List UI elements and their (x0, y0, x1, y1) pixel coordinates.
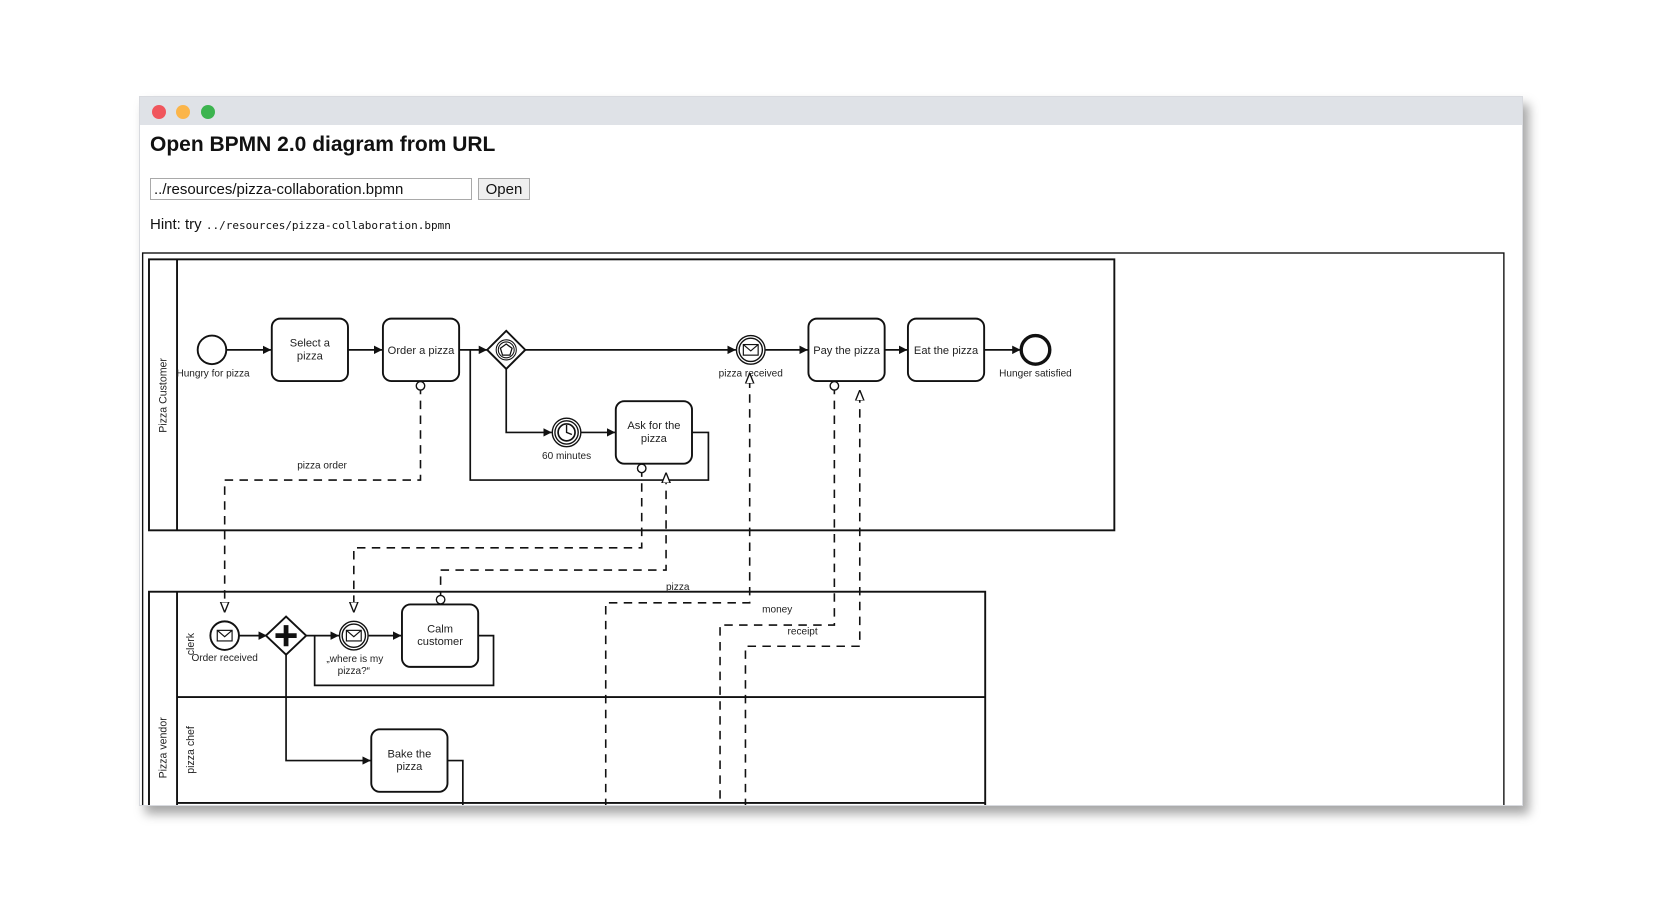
diagram-content: Pizza Customer Pizza vendor clerk pizza … (141, 252, 1505, 805)
label-money: money (762, 604, 792, 615)
url-input[interactable] (150, 178, 472, 200)
task-ask-label-1: Ask for the (627, 420, 680, 432)
task-bake-label-1: Bake the (387, 748, 431, 760)
task-order-label: Order a pizza (388, 345, 456, 357)
envelope-icon (345, 629, 362, 642)
envelope-icon (216, 629, 233, 642)
task-calm-customer[interactable]: Calm customer (401, 603, 480, 668)
label-order-received: Order received (191, 653, 257, 664)
title-bar (140, 97, 1522, 125)
envelope-icon (742, 343, 759, 356)
pool-label-customer: Pizza Customer (157, 358, 169, 433)
label-60-minutes: 60 minutes (542, 451, 591, 462)
minimize-window-button[interactable] (176, 105, 190, 119)
open-button[interactable]: Open (478, 178, 530, 200)
hint-label: Hint: try (150, 216, 206, 233)
label-hunger-satisfied: Hunger satisfied (999, 368, 1072, 379)
close-window-button[interactable] (152, 105, 166, 119)
label-hungry-for-pizza: Hungry for pizza (176, 368, 250, 379)
hint-text: Hint: try ../resources/pizza-collaborati… (150, 216, 451, 233)
task-calm-label-1: Calm (427, 623, 453, 635)
bpmn-canvas: Pizza Customer Pizza vendor clerk pizza … (141, 252, 1505, 805)
task-ask-for-pizza[interactable]: Ask for the pizza (614, 400, 693, 465)
label-where-is-my-2: pizza?“ (338, 666, 370, 677)
task-calm-label-2: customer (417, 636, 463, 648)
task-bake-pizza[interactable]: Bake the pizza (370, 728, 449, 793)
label-where-is-my-1: „where is my (326, 654, 383, 665)
label-receipt: receipt (788, 627, 818, 638)
lane-label-clerk: clerk (185, 632, 197, 655)
task-bake-label-2: pizza (396, 761, 423, 773)
task-eat-pizza[interactable]: Eat the pizza (906, 317, 986, 383)
label-pizza: pizza (666, 582, 690, 593)
maximize-window-button[interactable] (201, 105, 215, 119)
hint-code: ../resources/pizza-collaboration.bpmn (205, 219, 451, 232)
pool-label-vendor: Pizza vendor (157, 717, 169, 779)
label-pizza-order: pizza order (297, 460, 347, 471)
task-pay-label: Pay the pizza (813, 345, 881, 357)
task-select-label-2: pizza (297, 350, 324, 362)
task-select-label-1: Select a (290, 338, 331, 350)
label-pizza-received: pizza received (719, 368, 783, 379)
task-select-pizza[interactable]: Select a pizza (270, 317, 349, 383)
browser-window: Open BPMN 2.0 diagram from URL Open Hint… (139, 96, 1523, 806)
bpmn-diagram: Pizza Customer Pizza vendor clerk pizza … (140, 97, 1522, 805)
task-eat-label: Eat the pizza (914, 345, 979, 357)
lane-label-pizza-chef: pizza chef (185, 726, 197, 774)
task-order-pizza[interactable]: Order a pizza (381, 317, 461, 383)
task-ask-label-2: pizza (641, 433, 668, 445)
task-pay-pizza[interactable]: Pay the pizza (807, 317, 886, 383)
page-title: Open BPMN 2.0 diagram from URL (150, 133, 496, 156)
